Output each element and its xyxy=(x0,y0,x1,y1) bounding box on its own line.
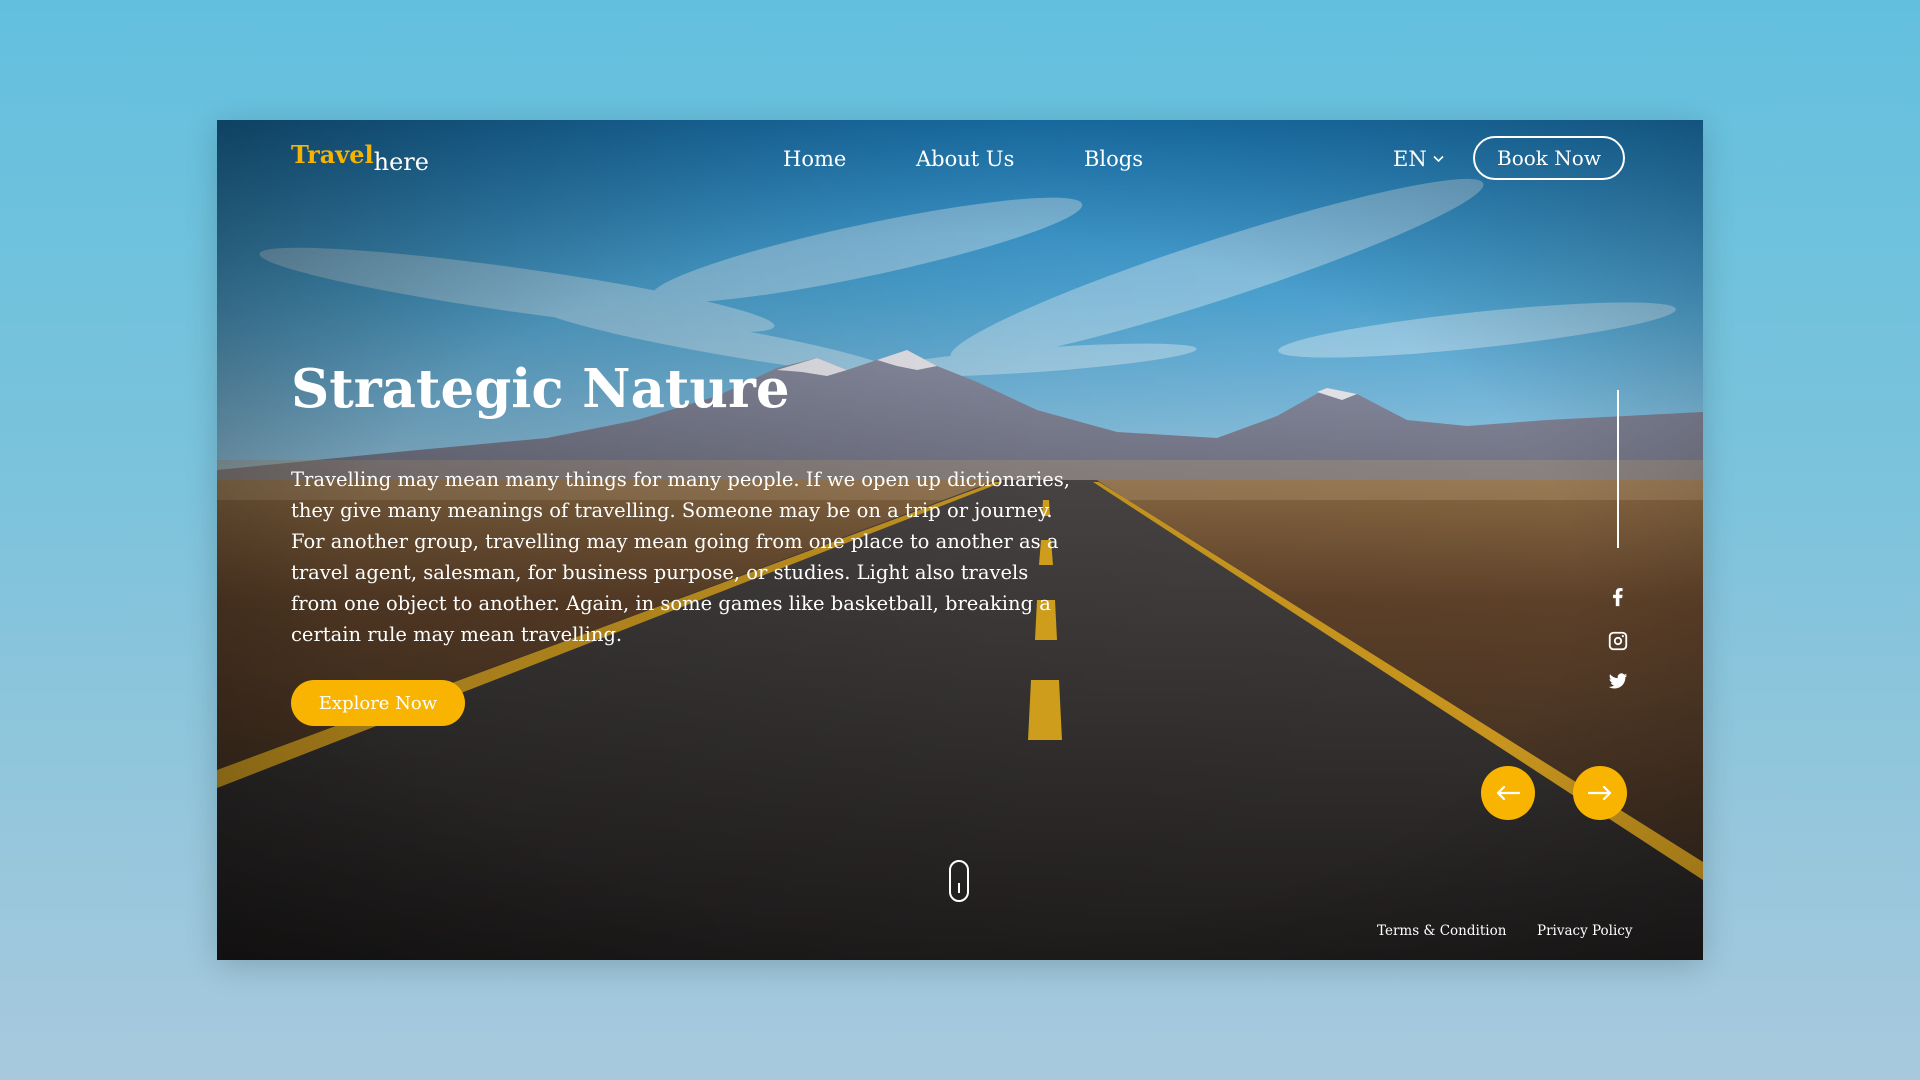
next-slide-button[interactable] xyxy=(1573,766,1627,820)
chevron-down-icon xyxy=(1433,155,1444,163)
book-now-button[interactable]: Book Now xyxy=(1473,136,1625,180)
instagram-icon xyxy=(1608,631,1628,651)
language-selector[interactable]: EN xyxy=(1393,147,1444,171)
twitter-link[interactable] xyxy=(1607,670,1629,692)
hero-description: Travelling may mean many things for many… xyxy=(291,468,1071,646)
facebook-icon xyxy=(1613,588,1623,607)
nav-item-home[interactable]: Home xyxy=(783,147,846,171)
hero-title: Strategic Nature xyxy=(291,358,790,420)
arrow-right-icon xyxy=(1588,786,1612,800)
language-label: EN xyxy=(1393,147,1427,171)
instagram-link[interactable] xyxy=(1607,630,1629,652)
twitter-icon xyxy=(1608,673,1628,689)
nav-item-about-us[interactable]: About Us xyxy=(916,147,1014,171)
hero-section: Travelhere Home About Us Blogs EN Book N… xyxy=(217,120,1703,960)
nav-item-blogs[interactable]: Blogs xyxy=(1084,147,1143,171)
previous-slide-button[interactable] xyxy=(1481,766,1535,820)
social-divider-line xyxy=(1617,390,1619,548)
privacy-policy-link[interactable]: Privacy Policy xyxy=(1537,923,1633,939)
scroll-wheel xyxy=(958,883,960,893)
scroll-down-indicator[interactable] xyxy=(949,860,969,902)
terms-link[interactable]: Terms & Condition xyxy=(1377,923,1506,939)
explore-now-button[interactable]: Explore Now xyxy=(291,680,465,726)
arrow-left-icon xyxy=(1496,786,1520,800)
facebook-link[interactable] xyxy=(1607,586,1629,608)
